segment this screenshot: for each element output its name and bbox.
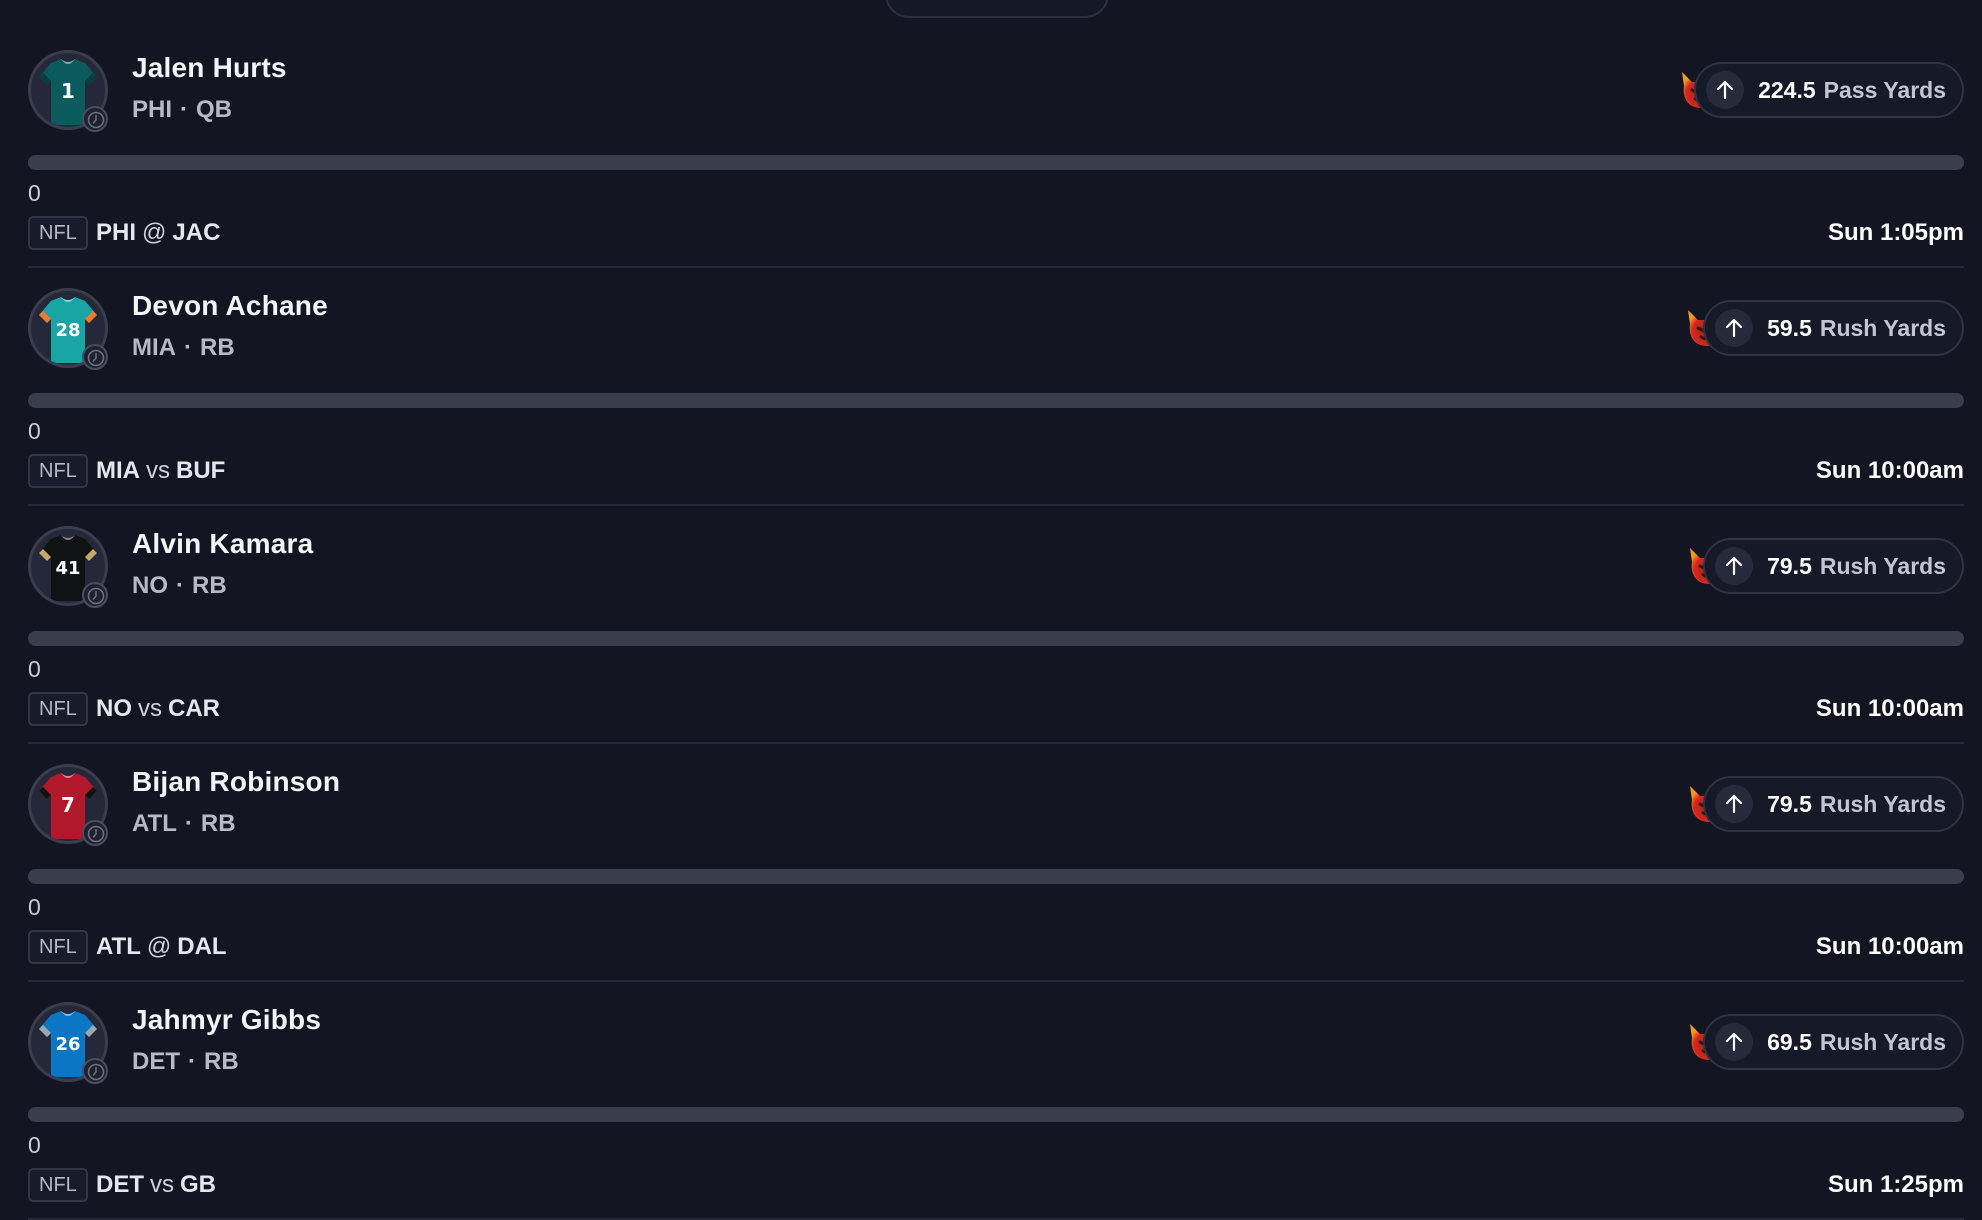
- player-prop-card[interactable]: 1 Jalen Hurts PHI · QB 224.5 Pass Yards …: [28, 0, 1964, 268]
- stat-progress-bar: [28, 393, 1964, 408]
- stat-progress-bar: [28, 631, 1964, 646]
- clock-icon: [82, 582, 108, 608]
- clock-icon: [82, 820, 108, 846]
- matchup-team-b: GB: [180, 1171, 216, 1198]
- prop-pick-button[interactable]: 79.5 Rush Yards: [1703, 776, 1964, 832]
- clock-icon: [82, 106, 108, 132]
- jersey-number: 41: [55, 558, 80, 579]
- prop-line-value: 79.5: [1767, 790, 1812, 817]
- jersey-number: 28: [55, 320, 80, 341]
- player-prop-card[interactable]: 41 Alvin Kamara NO · RB 79.5 Rush Yards …: [28, 476, 1964, 744]
- player-prop-card[interactable]: 28 Devon Achane MIA · RB 59.5 Rush Yards…: [28, 238, 1964, 506]
- jersey-number: 26: [55, 1034, 80, 1055]
- prop-pick-button[interactable]: 79.5 Rush Yards: [1703, 538, 1964, 594]
- prop-stat-type: Pass Yards: [1823, 76, 1946, 103]
- stat-progress-value: 0: [28, 180, 41, 206]
- stat-progress-value: 0: [28, 418, 41, 444]
- prop-stat-type: Rush Yards: [1819, 552, 1946, 579]
- player-prop-card[interactable]: 7 Bijan Robinson ATL · RB 79.5 Rush Yard…: [28, 714, 1964, 982]
- game-time: Sun 1:25pm: [1827, 1171, 1964, 1198]
- up-arrow-icon: [1715, 309, 1754, 347]
- league-badge: NFL: [28, 1168, 88, 1202]
- player-prop-card[interactable]: 26 Jahmyr Gibbs DET · RB 69.5 Rush Yards…: [28, 952, 1964, 1220]
- player-team: PHI: [132, 96, 173, 123]
- prop-pick-button[interactable]: 59.5 Rush Yards: [1703, 300, 1964, 356]
- player-team: NO: [132, 572, 168, 599]
- prop-line-value: 79.5: [1767, 552, 1812, 579]
- prop-pick-button[interactable]: 224.5 Pass Yards: [1694, 62, 1964, 118]
- prop-stat-type: Rush Yards: [1819, 1028, 1946, 1055]
- player-position: RB: [204, 1048, 239, 1075]
- stat-progress-bar: [28, 869, 1964, 884]
- meta-separator: ·: [188, 1048, 196, 1075]
- prop-line-value: 69.5: [1767, 1028, 1812, 1055]
- jersey-number: 1: [61, 79, 75, 103]
- stat-progress-bar: [28, 1107, 1964, 1122]
- player-team-position: DET · RB: [132, 1048, 239, 1076]
- player-name: Alvin Kamara: [132, 528, 314, 559]
- jersey-number: 7: [61, 793, 75, 817]
- stat-progress-bar: [28, 155, 1964, 170]
- up-arrow-icon: [1715, 1023, 1754, 1061]
- up-arrow-icon: [1706, 71, 1745, 109]
- player-position: RB: [192, 572, 227, 599]
- meta-separator: ·: [176, 572, 184, 599]
- game-matchup: DET vs GB: [96, 1171, 216, 1199]
- player-name: Devon Achane: [132, 290, 328, 321]
- prop-line-value: 224.5: [1758, 76, 1816, 103]
- prop-pick-button[interactable]: 69.5 Rush Yards: [1703, 1014, 1964, 1070]
- player-team-position: MIA · RB: [132, 334, 235, 362]
- player-team-position: PHI · QB: [132, 96, 232, 124]
- meta-separator: ·: [184, 810, 193, 837]
- clock-icon: [82, 344, 108, 370]
- player-name: Jahmyr Gibbs: [132, 1004, 322, 1035]
- up-arrow-icon: [1715, 547, 1754, 585]
- player-team: MIA: [132, 334, 176, 361]
- player-team-position: ATL · RB: [132, 810, 236, 838]
- player-position: RB: [200, 810, 236, 837]
- stat-progress-value: 0: [28, 894, 41, 920]
- stat-progress-value: 0: [28, 656, 41, 682]
- prop-line-value: 59.5: [1767, 314, 1812, 341]
- player-team: ATL: [132, 810, 177, 837]
- player-name: Jalen Hurts: [132, 52, 287, 83]
- meta-separator: ·: [180, 96, 189, 123]
- player-team: DET: [132, 1048, 180, 1075]
- player-position: QB: [196, 96, 233, 123]
- player-name: Bijan Robinson: [132, 766, 341, 797]
- matchup-team-a: DET: [96, 1171, 144, 1198]
- player-position: RB: [200, 334, 235, 361]
- player-team-position: NO · RB: [132, 572, 227, 600]
- matchup-separator: vs: [150, 1171, 174, 1198]
- up-arrow-icon: [1715, 785, 1754, 823]
- prop-stat-type: Rush Yards: [1819, 790, 1946, 817]
- stat-progress-value: 0: [28, 1132, 41, 1158]
- meta-separator: ·: [184, 334, 192, 361]
- prop-stat-type: Rush Yards: [1819, 314, 1946, 341]
- clock-icon: [82, 1058, 108, 1084]
